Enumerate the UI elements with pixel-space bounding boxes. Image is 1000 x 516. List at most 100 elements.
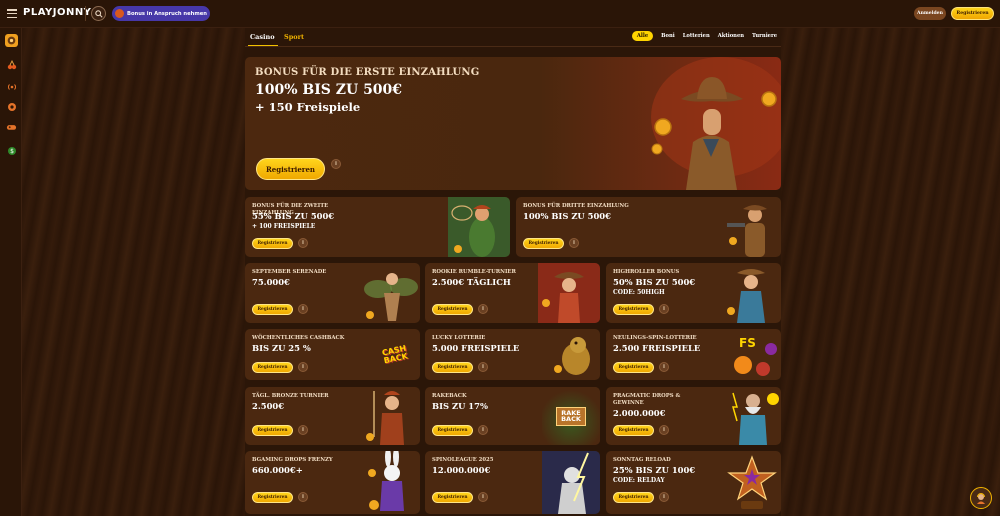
filter-all[interactable]: Alle [631, 31, 654, 41]
cowgirl-illustration [538, 263, 600, 323]
card-subtitle: + 100 Freispiele [252, 223, 316, 230]
info-icon[interactable]: i [331, 159, 341, 169]
info-icon[interactable]: i [298, 362, 308, 372]
promo-card[interactable]: Rookie Rumble-Turnier 2.500€ täglich Reg… [425, 263, 600, 323]
card-value: 2.500€ täglich [432, 277, 511, 287]
card-title: BGaming Drops Frenzy [252, 457, 333, 463]
promo-card[interactable]: Spinoleague 2025 12.000.000€ Registriere… [425, 451, 600, 514]
card-title: Neulings-Spin-Lotterie [613, 335, 697, 341]
card-register-button[interactable]: Registrieren [432, 492, 473, 503]
info-icon[interactable]: i [298, 238, 308, 248]
card-title: Spinoleague 2025 [432, 457, 494, 463]
info-icon[interactable]: i [298, 425, 308, 435]
star-trophy-illustration [727, 455, 777, 509]
live-icon[interactable] [6, 81, 17, 92]
info-icon[interactable]: i [659, 492, 669, 502]
hero-banner: BONUS FÜR DIE ERSTE EINZAHLUNG 100% BIS … [245, 57, 781, 190]
card-register-button[interactable]: Registrieren [613, 362, 654, 373]
promo-card[interactable]: Neulings-Spin-Lotterie 2.500 Freispiele … [606, 329, 781, 380]
claim-bonus-label: Bonus in Anspruch nehmen [127, 10, 207, 17]
info-icon[interactable]: i [659, 425, 669, 435]
filter-lotteries[interactable]: Lotterien [683, 33, 710, 39]
casino-icon[interactable] [5, 34, 18, 47]
info-icon[interactable]: i [298, 492, 308, 502]
card-register-button[interactable]: Registrieren [613, 492, 654, 503]
svg-text:$: $ [10, 148, 14, 155]
highroller-lady-illustration [727, 269, 765, 323]
card-value: 2.500 Freispiele [613, 343, 701, 353]
support-chat-button[interactable] [970, 487, 992, 509]
card-value: 12.000.000€ [432, 465, 491, 475]
card-title: Tägl. Bronze Turnier [252, 393, 329, 399]
promo-card[interactable]: September Serenade 75.000€ Registrieren … [245, 263, 420, 323]
sport-ball-icon[interactable] [6, 101, 17, 112]
hero-free-spins: + 150 Freispiele [255, 100, 361, 114]
cowboy-pistol-illustration [727, 205, 767, 257]
info-icon[interactable]: i [478, 492, 488, 502]
tabs-divider [245, 46, 781, 47]
claim-bonus-button[interactable]: Bonus in Anspruch nehmen [112, 6, 210, 21]
wizard-illustration [542, 451, 600, 514]
filter-promotions[interactable]: Aktionen [718, 33, 744, 39]
card-register-button[interactable]: Registrieren [252, 238, 293, 249]
login-button[interactable]: Anmelden [914, 7, 946, 20]
wood-background-left [22, 28, 245, 516]
promo-card[interactable]: Rakeback Bis zu 17% Registrieren i RAKE … [425, 387, 600, 445]
promo-card[interactable]: Tägl. Bronze Turnier 2.500€ Registrieren… [245, 387, 420, 445]
lucky-dog-illustration [554, 337, 590, 375]
tab-sport[interactable]: Sport [284, 33, 304, 41]
card-value: 660.000€+ [252, 465, 303, 475]
category-tabs: Casino Sport Alle Boni Lotterien Aktione… [245, 28, 781, 47]
card-register-button[interactable]: Registrieren [432, 425, 473, 436]
card-register-button[interactable]: Registrieren [523, 238, 564, 249]
bonus-card[interactable]: Bonus für die zweite Einzahlung 55% bis … [245, 197, 510, 257]
gamepad-icon[interactable] [6, 121, 17, 132]
card-title: Sonntag Reload [613, 457, 671, 463]
filter-tournaments[interactable]: Turniere [752, 33, 777, 39]
promo-card[interactable]: Lucky Lotterie 5.000 Freispiele Registri… [425, 329, 600, 380]
card-title: September Serenade [252, 269, 327, 275]
fruit-icon[interactable] [6, 59, 17, 70]
card-register-button[interactable]: Registrieren [252, 362, 293, 373]
info-icon[interactable]: i [478, 304, 488, 314]
cashback-label: CASH BACK [381, 343, 409, 365]
hero-title: BONUS FÜR DIE ERSTE EINZAHLUNG [255, 67, 480, 78]
card-register-button[interactable]: Registrieren [613, 304, 654, 315]
card-value: Bis zu 25 % [252, 343, 311, 353]
promo-card[interactable]: BGaming Drops Frenzy 660.000€+ Registrie… [245, 451, 420, 514]
register-button[interactable]: Registrieren [951, 7, 994, 20]
card-value: 2.000.000€ [613, 408, 666, 418]
info-icon[interactable]: i [659, 362, 669, 372]
info-icon[interactable]: i [569, 238, 579, 248]
card-value: 50% bis zu 500€ [613, 277, 696, 287]
logo[interactable]: PLAYJONNY [23, 7, 91, 18]
free-spins-fruit-illustration: FS [734, 336, 777, 376]
card-register-button[interactable]: Registrieren [252, 304, 293, 315]
promo-card[interactable]: Pragmatic Drops & Gewinne 2.000.000€ Reg… [606, 387, 781, 445]
promo-card[interactable]: Highroller Bonus 50% bis zu 500€ Code: 5… [606, 263, 781, 323]
search-button[interactable] [91, 6, 106, 21]
card-register-button[interactable]: Registrieren [252, 425, 293, 436]
rakeback-label: RAKE BACK [556, 406, 586, 426]
card-register-button[interactable]: Registrieren [252, 492, 293, 503]
filter-bar: Alle Boni Lotterien Aktionen Turniere [631, 31, 777, 41]
hero-register-button[interactable]: Registrieren [256, 158, 325, 180]
tab-casino[interactable]: Casino [250, 33, 275, 41]
card-title: Pragmatic Drops & Gewinne [613, 393, 681, 406]
promo-card[interactable]: Sonntag Reload 25% bis zu 100€ Code: REL… [606, 451, 781, 514]
search-icon [94, 9, 103, 18]
menu-icon[interactable] [7, 9, 17, 18]
info-icon[interactable]: i [659, 304, 669, 314]
info-icon[interactable]: i [478, 362, 488, 372]
filter-bonuses[interactable]: Boni [661, 33, 675, 39]
wood-background-right [781, 28, 1000, 516]
card-value: 25% bis zu 100€ [613, 465, 696, 475]
card-register-button[interactable]: Registrieren [613, 425, 654, 436]
info-icon[interactable]: i [478, 425, 488, 435]
card-register-button[interactable]: Registrieren [432, 304, 473, 315]
info-icon[interactable]: i [298, 304, 308, 314]
card-register-button[interactable]: Registrieren [432, 362, 473, 373]
promo-card[interactable]: Wöchentliches Cashback Bis zu 25 % Regis… [245, 329, 420, 380]
promo-icon[interactable]: $ [6, 145, 17, 156]
bonus-card[interactable]: Bonus für dritte Einzahlung 100% bis zu … [516, 197, 781, 257]
